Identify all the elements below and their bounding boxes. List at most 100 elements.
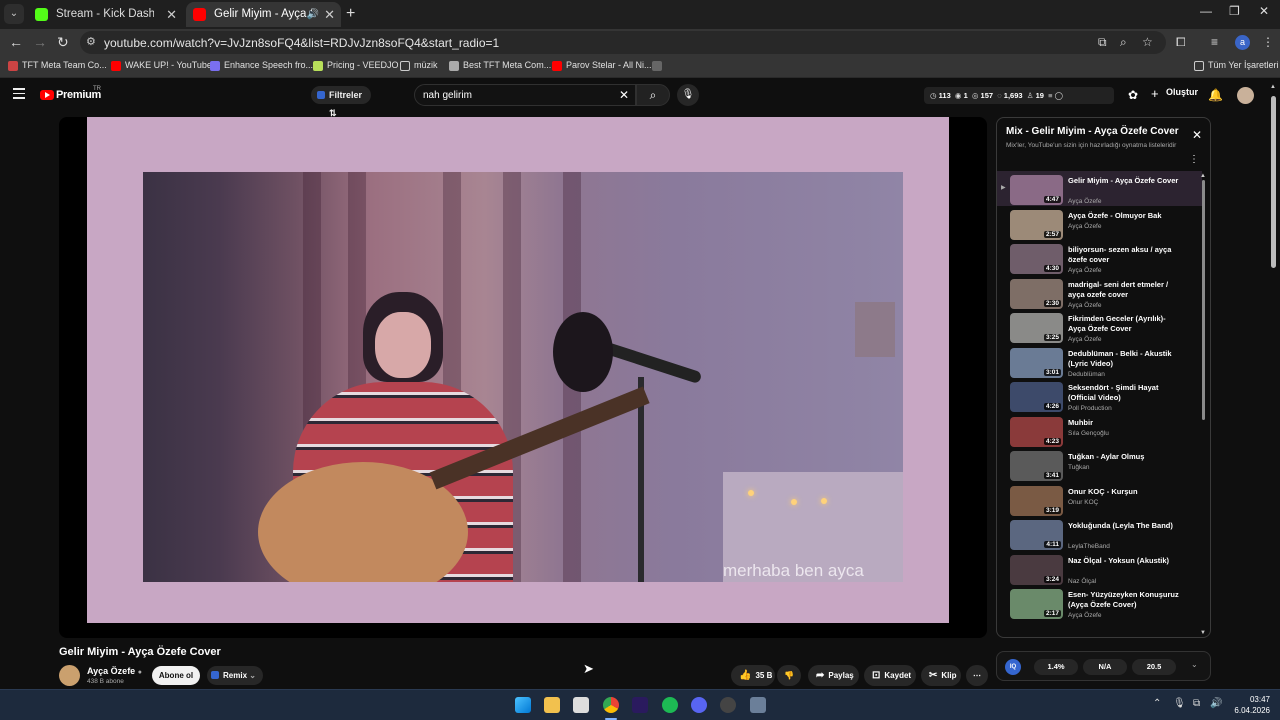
share-button[interactable]: ➦ Paylaş xyxy=(808,665,859,686)
channel-avatar[interactable] xyxy=(59,665,80,686)
playlist-thumbnail[interactable]: 4:23 xyxy=(1010,416,1063,447)
playlist-item[interactable]: 3:19 Onur KOÇ - Kurşun Onur KOÇ xyxy=(997,482,1202,517)
windows-start-icon[interactable] xyxy=(515,697,531,713)
playlist-item[interactable]: 4:26 Seksendört - Şimdi Hayat (Official V… xyxy=(997,378,1202,413)
new-tab-icon[interactable]: + xyxy=(346,5,355,23)
speaker-icon[interactable]: 🔊 xyxy=(307,2,319,27)
bookmark-item[interactable]: WAKE UP! - YouTube xyxy=(111,60,212,71)
reading-list-icon[interactable]: ≡ xyxy=(1211,35,1218,49)
create-plus-icon[interactable]: + xyxy=(1151,86,1159,101)
forward-icon[interactable]: → xyxy=(33,34,47,50)
playlist-thumbnail[interactable]: 2:17 xyxy=(1010,589,1063,619)
profile-avatar[interactable]: a xyxy=(1235,35,1250,50)
chevron-down-icon[interactable]: ⌄ xyxy=(1191,660,1198,669)
scroll-down-icon[interactable]: ▼ xyxy=(1200,630,1206,636)
close-tab-icon[interactable]: ✕ xyxy=(166,2,177,27)
playlist-item-title[interactable]: Ayça Özefe - Olmuyor Bak xyxy=(1068,211,1180,221)
display-icon[interactable]: ⧉ xyxy=(1193,698,1200,709)
voice-search-button[interactable]: 🎙 xyxy=(677,84,699,106)
playlist-thumbnail[interactable]: 2:57 xyxy=(1010,209,1063,240)
channel-name[interactable]: Ayça Özefe ● xyxy=(87,666,142,676)
playlist-thumbnail[interactable]: 2:30 xyxy=(1010,278,1063,309)
cast-icon[interactable]: ⧉ xyxy=(1098,35,1107,50)
playlist-item[interactable]: 4:11 Yokluğunda (Leyla The Band) LeylaTheB… xyxy=(997,516,1202,551)
bookmark-item[interactable]: Pricing - VEEDJO xyxy=(313,60,399,71)
search-button[interactable]: ⌕ xyxy=(636,84,670,106)
system-clock[interactable]: 03:47 6.04.2026 xyxy=(1230,694,1270,716)
minimize-icon[interactable]: — xyxy=(1200,4,1212,18)
bookmark-item[interactable]: Enhance Speech fro... xyxy=(210,60,313,71)
playlist-item[interactable]: 3:41 Tuğkan - Aylar Olmuş Tuğkan xyxy=(997,447,1202,482)
playlist-thumbnail[interactable]: 4:47 xyxy=(1010,175,1063,205)
playlist-item-title[interactable]: Naz Ölçal - Yoksun (Akustik) xyxy=(1068,556,1180,566)
playlist-item-title[interactable]: Dedublüman - Belki - Akustik (Lyric Vide… xyxy=(1068,349,1180,369)
chrome-icon[interactable] xyxy=(603,697,619,713)
playlist-item-title[interactable]: Gelir Miyim - Ayça Özefe Cover xyxy=(1068,176,1180,186)
playlist-item[interactable]: ▶ 4:47 Gelir Miyim - Ayça Özefe Cover Ayça … xyxy=(997,171,1202,206)
volume-icon[interactable]: 🔊 xyxy=(1210,698,1222,709)
app-icon[interactable] xyxy=(750,697,766,713)
extensions-icon[interactable]: ⧠ xyxy=(1176,35,1186,50)
playlist-item-title[interactable]: Yokluğunda (Leyla The Band) xyxy=(1068,521,1180,531)
playlist-more-icon[interactable]: ⋮ xyxy=(1189,154,1199,165)
discord-icon[interactable] xyxy=(691,697,707,713)
playlist-item-title[interactable]: Esen- Yüzyüzeyken Konuşuruz (Ayça Özefe … xyxy=(1068,590,1180,610)
like-button[interactable]: 👍 35 B xyxy=(731,665,775,686)
back-icon[interactable]: ← xyxy=(9,34,23,50)
menu-icon[interactable] xyxy=(13,88,25,99)
playlist-item[interactable]: 2:57 Ayça Özefe - Olmuyor Bak Ayça Özefe xyxy=(997,206,1202,241)
playlist-item-title[interactable]: Muhbir xyxy=(1068,418,1180,428)
playlist-thumbnail[interactable]: 3:41 xyxy=(1010,451,1063,481)
extension-logo-icon[interactable]: IQ xyxy=(1005,659,1021,675)
dislike-button[interactable]: 👎 xyxy=(777,665,801,686)
search-input[interactable]: nah gelirim xyxy=(423,90,472,101)
close-tab-icon[interactable]: ✕ xyxy=(324,2,335,27)
extension-puzzle-icon[interactable]: ✿ xyxy=(1128,88,1138,102)
playlist-title[interactable]: Mix - Gelir Miyim - Ayça Özefe Cover xyxy=(1006,126,1179,137)
spotify-icon[interactable] xyxy=(662,697,678,713)
search-box[interactable]: nah gelirim ✕ xyxy=(414,84,636,106)
bookmark-item[interactable]: Best TFT Meta Com... xyxy=(449,60,551,71)
playlist-item[interactable]: 3:01 Dedublüman - Belki - Akustik (Lyric … xyxy=(997,344,1202,379)
clear-search-icon[interactable]: ✕ xyxy=(619,88,629,102)
extension-value-3[interactable]: 20.5 xyxy=(1132,659,1176,675)
playlist-item-title[interactable]: Seksendört - Şimdi Hayat (Official Video… xyxy=(1068,383,1180,403)
playlist-item[interactable]: 2:17 Esen- Yüzyüzeyken Konuşuruz (Ayça Öz… xyxy=(997,585,1202,620)
playlist-item-title[interactable]: Onur KOÇ - Kurşun xyxy=(1068,487,1180,497)
tab-search-dropdown[interactable]: ⌄ xyxy=(4,4,24,24)
youtube-logo-icon[interactable] xyxy=(40,90,54,100)
restore-icon[interactable]: ❐ xyxy=(1229,4,1240,18)
tab-kick-dashboard[interactable]: Stream - Kick Dashboard ✕ xyxy=(28,2,183,27)
premiere-pro-icon[interactable] xyxy=(632,697,648,713)
url-text[interactable]: youtube.com/watch?v=JvJzn8soFQ4&list=RDJ… xyxy=(104,36,499,50)
page-scroll-up-icon[interactable]: ▲ xyxy=(1270,84,1276,90)
save-button[interactable]: ⊡ Kaydet xyxy=(864,665,916,686)
playlist-thumbnail[interactable]: 4:11 xyxy=(1010,520,1063,550)
playlist-item[interactable]: 4:23 Muhbir Sıla Gençoğlu xyxy=(997,413,1202,448)
app-icon[interactable] xyxy=(720,697,736,713)
playlist-scrollbar[interactable] xyxy=(1202,180,1205,420)
more-actions-button[interactable]: ⋯ xyxy=(966,665,988,686)
bookmark-item[interactable]: Parov Stelar - All Ni... xyxy=(552,60,652,71)
playlist-thumbnail[interactable]: 4:30 xyxy=(1010,244,1063,274)
playlist-thumbnail[interactable]: 3:24 xyxy=(1010,554,1063,585)
playlist-item-title[interactable]: Fikrimden Geceler (Ayrılık)- Ayça Özefe … xyxy=(1068,314,1180,334)
extension-value-1[interactable]: 1.4% xyxy=(1034,659,1078,675)
playlist-thumbnail[interactable]: 3:19 xyxy=(1010,485,1063,516)
close-playlist-icon[interactable]: ✕ xyxy=(1192,128,1202,142)
file-explorer-icon[interactable] xyxy=(544,697,560,713)
playlist-thumbnail[interactable]: 3:25 xyxy=(1010,313,1063,343)
extension-value-2[interactable]: N/A xyxy=(1083,659,1127,675)
playlist-item-title[interactable]: Tuğkan - Aylar Olmuş xyxy=(1068,452,1180,462)
playlist-item[interactable]: 3:24 Naz Ölçal - Yoksun (Akustik) Naz Ölça… xyxy=(997,551,1202,586)
user-avatar[interactable] xyxy=(1237,87,1254,104)
all-bookmarks-folder[interactable]: Tüm Yer İşaretleri xyxy=(1194,60,1279,71)
playlist-item-title[interactable]: madrigal- seni dert etmeler / ayça ozefe… xyxy=(1068,280,1180,300)
playlist-thumbnail[interactable]: 4:26 xyxy=(1010,382,1063,412)
address-bar[interactable]: ⚙ youtube.com/watch?v=JvJzn8soFQ4&list=R… xyxy=(80,31,1166,54)
playlist-thumbnail[interactable]: 3:01 xyxy=(1010,347,1063,378)
video-player[interactable]: merhaba ben ayca xyxy=(59,117,987,638)
browser-menu-icon[interactable]: ⋮ xyxy=(1262,35,1274,49)
create-button[interactable]: Oluştur xyxy=(1166,87,1198,97)
extension-stats-bar[interactable]: ◷ 113 ◉ 1 ◎ 157 ◌ 1,693 ♙ 19 ≡ ◯ xyxy=(924,87,1114,104)
